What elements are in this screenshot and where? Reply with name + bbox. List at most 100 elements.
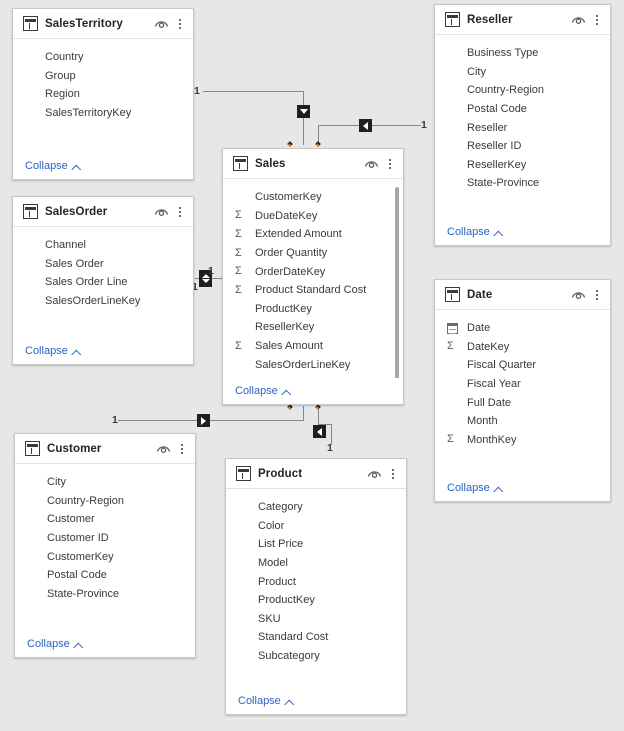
field-row[interactable]: Reseller ID <box>435 137 610 156</box>
relationship-arrow-reseller-sales[interactable] <box>359 119 372 132</box>
table-card-reseller[interactable]: Reseller Business Type City Country-Regi… <box>434 4 611 246</box>
table-header-salesterritory[interactable]: SalesTerritory <box>13 9 193 39</box>
field-row[interactable]: Full Date <box>435 393 610 412</box>
field-row[interactable]: State-Province <box>15 585 195 604</box>
field-row[interactable]: Σ Order Quantity <box>223 244 403 263</box>
field-row[interactable]: ResellerKey <box>435 156 610 175</box>
field-row[interactable]: Month <box>435 412 610 431</box>
collapse-button[interactable]: Collapse <box>238 695 295 707</box>
field-row[interactable]: Date <box>435 319 610 338</box>
more-options-icon[interactable] <box>590 287 604 303</box>
more-options-icon[interactable] <box>590 12 604 28</box>
field-row[interactable]: Postal Code <box>15 566 195 585</box>
collapse-button[interactable]: Collapse <box>235 385 292 397</box>
table-header-product[interactable]: Product <box>226 459 406 489</box>
table-card-customer[interactable]: Customer City Country-Region Customer Cu… <box>14 433 196 658</box>
field-row[interactable]: Σ MonthKey <box>435 431 610 450</box>
relationship-line-customer-sales[interactable] <box>118 420 303 421</box>
relationship-arrow-salesterritory-sales[interactable] <box>297 105 310 118</box>
collapse-button[interactable]: Collapse <box>25 160 82 172</box>
field-row[interactable]: SalesOrderLineKey <box>223 355 403 374</box>
field-row[interactable]: Σ Sales Amount <box>223 337 403 356</box>
field-row[interactable]: ResellerKey <box>223 318 403 337</box>
field-row[interactable]: Σ Product Standard Cost <box>223 281 403 300</box>
model-diagram-canvas[interactable]: 1 1 1 1 1 1 SalesTerritory Country Group… <box>0 0 624 731</box>
hide-eye-icon[interactable] <box>153 204 170 220</box>
collapse-button[interactable]: Collapse <box>447 482 504 494</box>
field-row[interactable]: Σ DueDateKey <box>223 207 403 226</box>
field-row[interactable]: SalesTerritoryKey <box>13 104 193 123</box>
relationship-line-salesterritory-sales-vertical[interactable] <box>303 91 304 145</box>
field-list-sales[interactable]: CustomerKey Σ DueDateKey Σ Extended Amount… <box>223 179 403 378</box>
field-row[interactable]: City <box>15 473 195 492</box>
field-row[interactable]: SKU <box>226 610 406 629</box>
table-card-date[interactable]: Date Date Σ DateKey Fiscal Quarter Fiscal… <box>434 279 611 502</box>
field-list-salesorder[interactable]: Channel Sales Order Sales Order Line Sal… <box>13 227 193 338</box>
relationship-line-customer-sales-vertical[interactable] <box>303 406 304 421</box>
field-row[interactable]: List Price <box>226 535 406 554</box>
field-row[interactable]: Country-Region <box>15 492 195 511</box>
field-row[interactable]: Sales Order Line <box>13 273 193 292</box>
field-row[interactable]: Group <box>13 67 193 86</box>
field-list-product[interactable]: Category Color List Price Model Product … <box>226 489 406 688</box>
hide-eye-icon[interactable] <box>366 466 383 482</box>
field-list-reseller[interactable]: Business Type City Country-Region Postal… <box>435 35 610 219</box>
field-row[interactable]: CustomerKey <box>15 547 195 566</box>
hide-eye-icon[interactable] <box>570 287 587 303</box>
field-row[interactable]: Σ OrderDateKey <box>223 262 403 281</box>
table-header-customer[interactable]: Customer <box>15 434 195 464</box>
field-row[interactable]: Postal Code <box>435 100 610 119</box>
table-header-date[interactable]: Date <box>435 280 610 310</box>
field-row[interactable]: Fiscal Year <box>435 375 610 394</box>
field-row[interactable]: SalesTerritoryKey <box>223 374 403 378</box>
field-row[interactable]: Standard Cost <box>226 628 406 647</box>
field-list-scrollbar[interactable] <box>395 187 399 378</box>
table-card-salesterritory[interactable]: SalesTerritory Country Group Region Sale… <box>12 8 194 180</box>
more-options-icon[interactable] <box>383 156 397 172</box>
field-row[interactable]: Model <box>226 554 406 573</box>
field-list-customer[interactable]: City Country-Region Customer Customer ID… <box>15 464 195 631</box>
collapse-button[interactable]: Collapse <box>25 345 82 357</box>
field-row[interactable]: CustomerKey <box>223 188 403 207</box>
table-header-salesorder[interactable]: SalesOrder <box>13 197 193 227</box>
field-row[interactable]: Reseller <box>435 118 610 137</box>
hide-eye-icon[interactable] <box>153 16 170 32</box>
field-row[interactable]: Country <box>13 48 193 67</box>
field-row[interactable]: Business Type <box>435 44 610 63</box>
field-row[interactable]: ProductKey <box>226 591 406 610</box>
table-card-salesorder[interactable]: SalesOrder Channel Sales Order Sales Ord… <box>12 196 194 365</box>
field-row[interactable]: Product <box>226 572 406 591</box>
field-row[interactable]: Σ Extended Amount <box>223 225 403 244</box>
field-row[interactable]: Subcategory <box>226 647 406 666</box>
more-options-icon[interactable] <box>173 16 187 32</box>
field-row[interactable]: Fiscal Quarter <box>435 356 610 375</box>
field-list-salesterritory[interactable]: Country Group Region SalesTerritoryKey <box>13 39 193 153</box>
relationship-arrow-product-sales[interactable] <box>313 425 326 438</box>
field-row[interactable]: ProductKey <box>223 300 403 319</box>
field-row[interactable]: Region <box>13 85 193 104</box>
table-card-product[interactable]: Product Category Color List Price Model … <box>225 458 407 715</box>
field-row[interactable]: City <box>435 63 610 82</box>
collapse-button[interactable]: Collapse <box>447 226 504 238</box>
relationship-arrow-customer-sales[interactable] <box>197 414 210 427</box>
more-options-icon[interactable] <box>173 204 187 220</box>
field-row[interactable]: Σ DateKey <box>435 338 610 357</box>
table-header-sales[interactable]: Sales <box>223 149 403 179</box>
relationship-line-salesterritory-sales[interactable] <box>203 91 303 92</box>
field-row[interactable]: SalesOrderLineKey <box>13 292 193 311</box>
hide-eye-icon[interactable] <box>363 156 380 172</box>
field-row[interactable]: Color <box>226 517 406 536</box>
hide-eye-icon[interactable] <box>155 441 172 457</box>
table-card-sales[interactable]: Sales CustomerKey Σ DueDateKey Σ Extended … <box>222 148 404 405</box>
more-options-icon[interactable] <box>175 441 189 457</box>
field-row[interactable]: Channel <box>13 236 193 255</box>
table-header-reseller[interactable]: Reseller <box>435 5 610 35</box>
field-list-date[interactable]: Date Σ DateKey Fiscal Quarter Fiscal Year… <box>435 310 610 475</box>
field-row[interactable]: State-Province <box>435 174 610 193</box>
field-row[interactable]: Sales Order <box>13 255 193 274</box>
field-row[interactable]: Category <box>226 498 406 517</box>
more-options-icon[interactable] <box>386 466 400 482</box>
field-row[interactable]: Customer <box>15 510 195 529</box>
hide-eye-icon[interactable] <box>570 12 587 28</box>
field-row[interactable]: Country-Region <box>435 81 610 100</box>
